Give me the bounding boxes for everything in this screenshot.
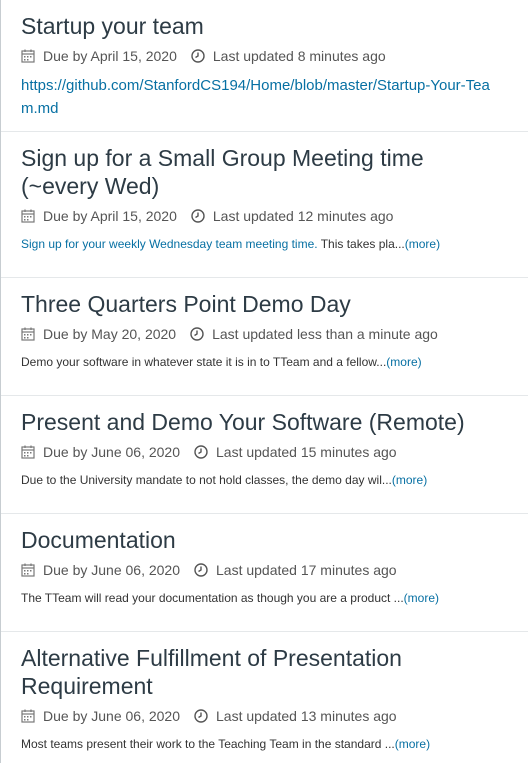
assignment-description: Most teams present their work to the Tea… [21,735,508,753]
clock-icon [191,209,205,223]
calendar-icon [21,709,35,723]
assignment-description: Due to the University mandate to not hol… [21,471,508,489]
description-text: The TTeam will read your documentation a… [21,591,404,605]
last-updated: Last updated 13 minutes ago [216,708,397,724]
last-updated: Last updated 12 minutes ago [212,208,394,224]
assignment-title[interactable]: Documentation [21,526,508,554]
assignment-description: Sign up for your weekly Wednesday team m… [21,235,508,253]
description-link[interactable]: Sign up for your weekly Wednesday team m… [21,237,318,251]
assignment-card: Three Quarters Point Demo Day Due by May… [1,278,528,396]
assignment-description: The TTeam will read your documentation a… [21,589,508,607]
assignment-card: Present and Demo Your Software (Remote) … [1,396,528,514]
assignment-title[interactable]: Alternative Fulfillment of Presentation … [21,644,461,700]
clock-icon [194,445,208,459]
assignment-meta: Due by June 06, 2020 Last updated 15 min… [21,442,508,462]
assignment-meta: Due by May 20, 2020 Last updated less th… [21,324,508,344]
assignment-meta: Due by April 15, 2020 Last updated 12 mi… [21,206,508,226]
assignment-list: Startup your team Due by April 15, 2020 … [0,0,528,763]
calendar-icon [21,209,35,223]
assignment-title[interactable]: Sign up for a Small Group Meeting time (… [21,144,461,200]
last-updated: Last updated 17 minutes ago [216,562,397,578]
last-updated: Last updated 15 minutes ago [216,444,397,460]
description-text: Due to the University mandate to not hol… [21,473,392,487]
due-date: Due by June 06, 2020 [43,708,180,724]
more-link[interactable]: (more) [395,737,430,751]
assignment-meta: Due by June 06, 2020 Last updated 13 min… [21,706,508,726]
assignment-card: Startup your team Due by April 15, 2020 … [1,0,528,132]
more-link[interactable]: (more) [392,473,427,487]
assignment-description: Demo your software in whatever state it … [21,353,508,371]
due-date: Due by June 06, 2020 [43,444,180,460]
calendar-icon [21,445,35,459]
clock-icon [190,327,204,341]
last-updated: Last updated 8 minutes ago [212,48,386,64]
due-date: Due by April 15, 2020 [43,208,177,224]
calendar-icon [21,563,35,577]
clock-icon [191,49,205,63]
description-text: Demo your software in whatever state it … [21,355,387,369]
assignment-title[interactable]: Present and Demo Your Software (Remote) [21,408,508,436]
assignment-card: Sign up for a Small Group Meeting time (… [1,132,528,278]
more-link[interactable]: (more) [386,355,421,369]
assignment-link[interactable]: https://github.com/StanfordCS194/Home/bl… [21,74,501,120]
calendar-icon [21,327,35,341]
description-text: Most teams present their work to the Tea… [21,737,395,751]
assignment-card: Documentation Due by June 06, 2020 Last … [1,514,528,632]
assignment-meta: Due by April 15, 2020 Last updated 8 min… [21,46,508,66]
clock-icon [194,563,208,577]
last-updated: Last updated less than a minute ago [212,326,438,342]
clock-icon [194,709,208,723]
more-link[interactable]: (more) [404,591,439,605]
assignment-card: Alternative Fulfillment of Presentation … [1,632,528,763]
assignment-title[interactable]: Three Quarters Point Demo Day [21,290,508,318]
due-date: Due by May 20, 2020 [43,326,177,342]
due-date: Due by April 15, 2020 [43,48,177,64]
calendar-icon [21,49,35,63]
more-link[interactable]: (more) [405,237,440,251]
assignment-title[interactable]: Startup your team [21,12,508,40]
description-text: This takes pla... [317,237,405,251]
due-date: Due by June 06, 2020 [43,562,180,578]
assignment-meta: Due by June 06, 2020 Last updated 17 min… [21,560,508,580]
